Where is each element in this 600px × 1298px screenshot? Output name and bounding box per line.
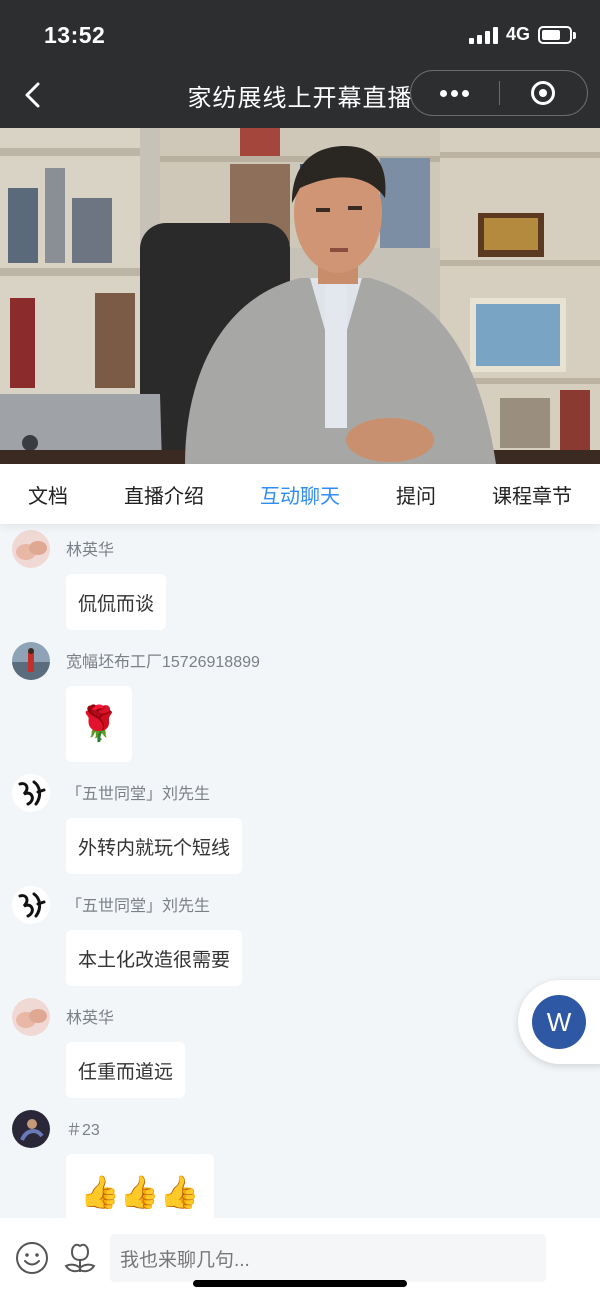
chat-input-bar: 我也来聊几句... xyxy=(0,1218,600,1298)
flower-icon xyxy=(64,1243,96,1273)
status-time: 13:52 xyxy=(44,22,106,48)
message-bubble: 本土化改造很需要 xyxy=(66,930,243,986)
top-bar: 13:52 4G 家纺展线上开幕直播 xyxy=(0,0,600,128)
live-video[interactable] xyxy=(0,128,600,464)
floating-w-button[interactable]: W xyxy=(518,980,600,1064)
chat-list[interactable]: 林英华 侃侃而谈 宽幅坯布工厂15726918899 🌹 「五世同堂」刘先生 外… xyxy=(0,524,600,1218)
w-badge: W xyxy=(532,995,586,1049)
home-indicator xyxy=(193,1280,407,1287)
status-indicators: 4G xyxy=(468,24,576,45)
avatar[interactable] xyxy=(12,998,50,1036)
sender-name: ＃23 xyxy=(66,1122,100,1139)
flower-gift-button[interactable] xyxy=(62,1238,98,1276)
target-circle-icon xyxy=(531,81,556,105)
tab-docs[interactable]: 文档 xyxy=(28,480,68,509)
message-bubble: 外转内就玩个短线 xyxy=(66,818,243,874)
emoji-button[interactable] xyxy=(14,1240,50,1276)
chat-input[interactable]: 我也来聊几句... xyxy=(110,1234,546,1282)
tab-chapters[interactable]: 课程章节 xyxy=(492,480,572,509)
more-dots-icon xyxy=(440,89,470,97)
sender-name: 「五世同堂」刘先生 xyxy=(66,786,211,803)
network-type: 4G xyxy=(505,24,530,44)
avatar[interactable] xyxy=(12,886,50,924)
sender-name: 林英华 xyxy=(66,1010,115,1027)
thumbs-up-emoji: 👍👍👍 xyxy=(66,1154,214,1218)
message-bubble: 侃侃而谈 xyxy=(66,574,167,630)
tab-bar: 文档 直播介绍 互动聊天 提问 课程章节 xyxy=(0,464,600,524)
avatar[interactable] xyxy=(12,530,50,568)
tab-interactive-chat[interactable]: 互动聊天 xyxy=(260,480,340,509)
mini-program-capsule xyxy=(410,70,588,116)
more-button[interactable] xyxy=(411,71,499,115)
video-frame-image xyxy=(0,128,600,464)
signal-icon xyxy=(468,26,498,44)
tab-live-intro[interactable]: 直播介绍 xyxy=(124,480,204,509)
sender-name: 宽幅坯布工厂15726918899 xyxy=(66,654,260,671)
close-program-button[interactable] xyxy=(500,71,588,115)
smiley-icon xyxy=(16,1242,48,1274)
avatar[interactable] xyxy=(12,1110,50,1148)
sender-name: 「五世同堂」刘先生 xyxy=(66,898,211,915)
tab-questions[interactable]: 提问 xyxy=(396,480,436,509)
rose-emoji: 🌹 xyxy=(66,686,132,762)
sender-name: 林英华 xyxy=(66,542,115,559)
avatar[interactable] xyxy=(12,774,50,812)
battery-icon xyxy=(538,25,576,44)
avatar[interactable] xyxy=(12,642,50,680)
message-bubble: 任重而道远 xyxy=(66,1042,186,1098)
